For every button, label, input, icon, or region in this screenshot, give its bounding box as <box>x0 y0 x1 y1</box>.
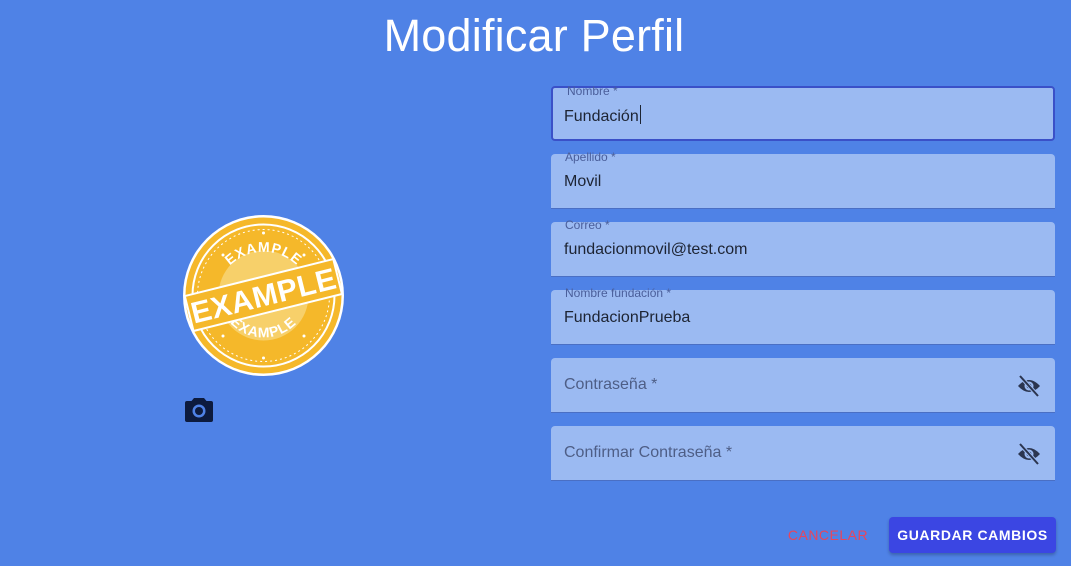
nombre-fundacion-field[interactable]: Nombre fundación * FundacionPrueba <box>551 286 1055 345</box>
nombre-label: Nombre * <box>567 84 618 98</box>
camera-icon[interactable] <box>185 396 213 422</box>
contrasena-placeholder: Contraseña * <box>564 376 658 393</box>
eye-off-icon[interactable] <box>1017 442 1041 466</box>
correo-field[interactable]: Correo * fundacionmovil@test.com <box>551 218 1055 277</box>
confirmar-contrasena-field[interactable]: Confirmar Contraseña * <box>551 426 1055 481</box>
page-title: Modificar Perfil <box>383 10 685 61</box>
text-cursor <box>639 105 641 124</box>
eye-off-icon[interactable] <box>1017 374 1041 398</box>
apellido-field[interactable]: Apellido * Movil <box>551 150 1055 209</box>
nombre-fundacion-value: FundacionPrueba <box>564 309 691 326</box>
confirmar-contrasena-placeholder: Confirmar Contraseña * <box>564 444 733 461</box>
profile-avatar: EXAMPLE EXAMPLE EXAMPLE <box>183 215 344 376</box>
example-badge-image: EXAMPLE EXAMPLE EXAMPLE <box>183 217 344 374</box>
correo-label: Correo * <box>565 218 610 232</box>
apellido-label: Apellido * <box>565 150 616 164</box>
nombre-fundacion-label: Nombre fundación * <box>565 286 672 300</box>
contrasena-field[interactable]: Contraseña * <box>551 358 1055 413</box>
correo-value: fundacionmovil@test.com <box>564 241 748 258</box>
nombre-field[interactable]: Nombre * Fundación <box>551 84 1055 141</box>
nombre-value: Fundación <box>564 108 639 125</box>
cancel-button[interactable]: CANCELAR <box>778 518 878 552</box>
save-changes-button[interactable]: GUARDAR CAMBIOS <box>889 517 1056 553</box>
apellido-value: Movil <box>564 173 602 190</box>
